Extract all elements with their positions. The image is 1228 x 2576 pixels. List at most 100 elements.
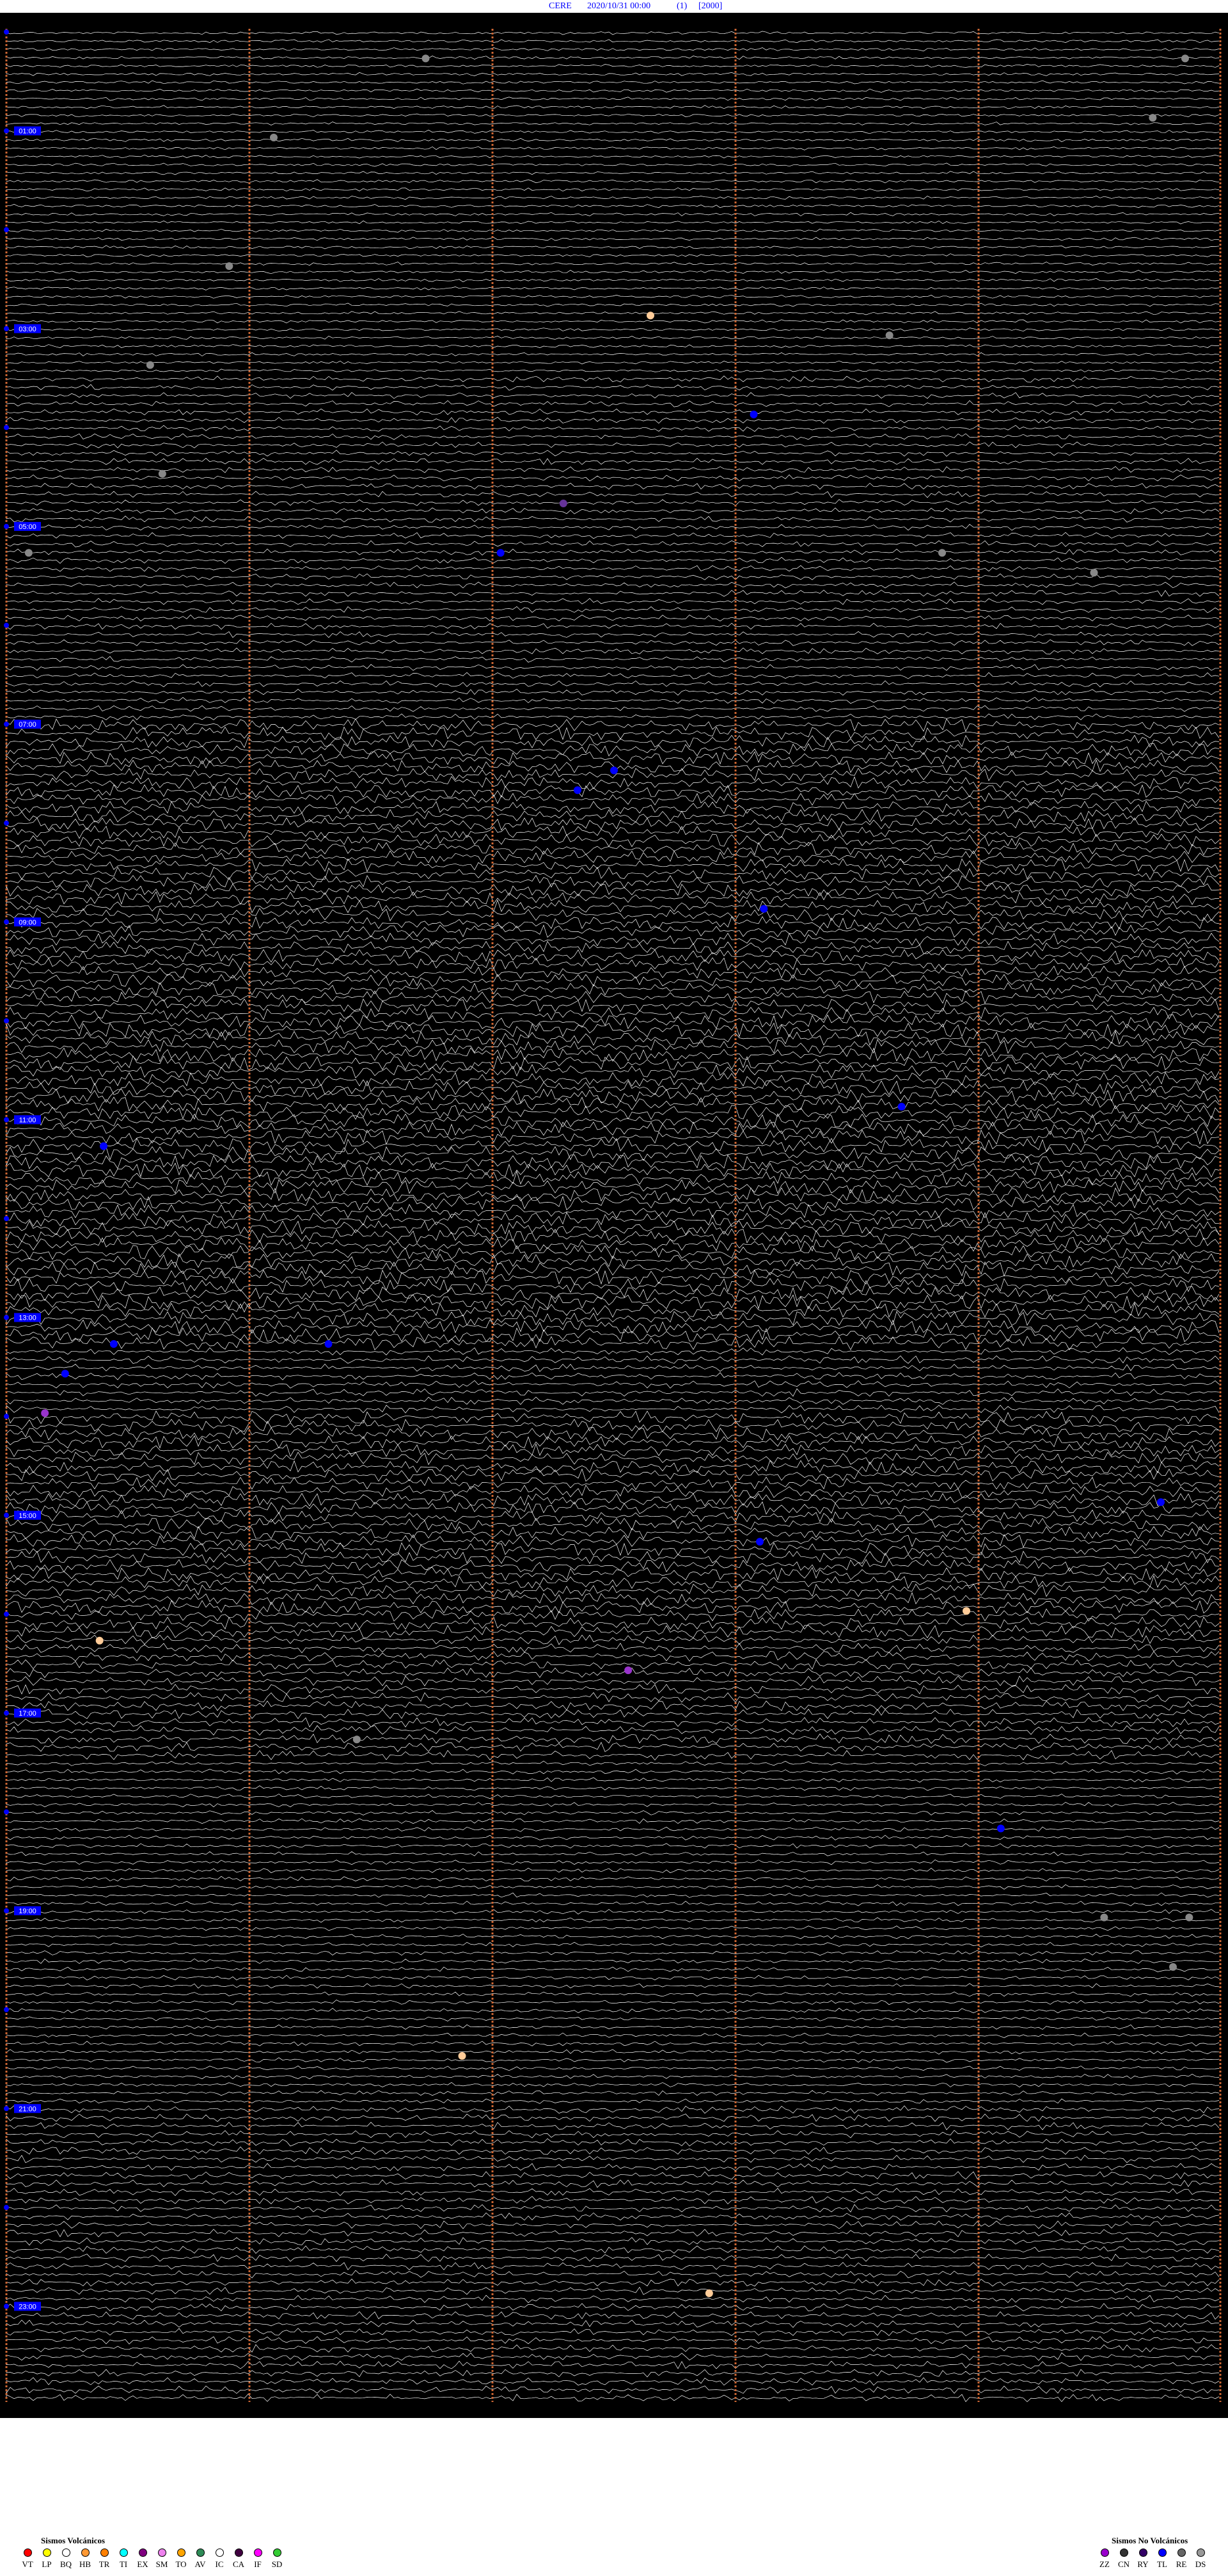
hour-label: 17:00 bbox=[19, 1710, 36, 1718]
event-marker-hb bbox=[705, 2289, 713, 2297]
hour-label: 19:00 bbox=[19, 1908, 36, 1915]
event-marker-ds bbox=[885, 331, 893, 340]
legend-swatch-ca bbox=[234, 2548, 243, 2557]
hour-label: 13:00 bbox=[19, 1315, 36, 1322]
legend-swatch-re bbox=[1177, 2548, 1186, 2557]
event-marker-hb bbox=[647, 312, 654, 320]
hour-label: 09:00 bbox=[19, 919, 36, 926]
hour-tick bbox=[4, 2204, 9, 2210]
hour-tick bbox=[4, 425, 9, 431]
hour-label: 01:00 bbox=[19, 128, 36, 136]
legend-code-label: IF bbox=[254, 2559, 262, 2569]
legend-code-label: EX bbox=[137, 2559, 148, 2569]
hour-tick bbox=[4, 29, 9, 35]
volcanic-legend: VT LP BQ HB TR TI EX SM TO AV IC CA IF SD bbox=[18, 2548, 287, 2570]
nonvolcanic-legend: ZZ CN RY TL RE DS bbox=[1095, 2548, 1210, 2570]
legend-swatch-sd bbox=[272, 2548, 281, 2557]
event-marker-tl bbox=[756, 1538, 764, 1546]
event-marker-ds bbox=[1185, 1913, 1193, 1922]
nonvolcanic-legend-item-ds: DS bbox=[1191, 2548, 1210, 2570]
legend-code-label: SD bbox=[271, 2559, 283, 2569]
legend-swatch-to bbox=[177, 2548, 185, 2557]
nonvolcanic-legend-item-zz: ZZ bbox=[1095, 2548, 1114, 2570]
legend-swatch-ti bbox=[119, 2548, 128, 2557]
legend-code-label: SM bbox=[155, 2559, 168, 2569]
hour-tick bbox=[4, 1117, 9, 1123]
plot-background bbox=[0, 13, 1228, 2418]
event-marker-ds bbox=[270, 134, 278, 142]
event-marker-hb bbox=[95, 1636, 104, 1645]
legend-swatch-ic bbox=[215, 2548, 224, 2557]
legend-swatch-av bbox=[196, 2548, 205, 2557]
volcanic-legend-item-bq: BQ bbox=[56, 2548, 75, 2570]
legend-code-label: CA bbox=[232, 2559, 245, 2569]
legend-swatch-sm bbox=[157, 2548, 166, 2557]
hour-label: 05:00 bbox=[19, 523, 36, 531]
hour-tick bbox=[4, 722, 9, 727]
legend-swatch-ry bbox=[1138, 2548, 1147, 2557]
volcanic-legend-item-if: IF bbox=[248, 2548, 267, 2570]
event-marker-hb bbox=[963, 1607, 970, 1615]
legend-code-label: DS bbox=[1195, 2559, 1206, 2569]
legend-swatch-vt bbox=[23, 2548, 32, 2557]
legend-code-label: ZZ bbox=[1099, 2559, 1110, 2569]
legend-code-label: TR bbox=[98, 2559, 110, 2569]
hour-tick bbox=[4, 1315, 9, 1320]
legend-code-label: HB bbox=[79, 2559, 91, 2569]
legend-code-label: TL bbox=[1157, 2559, 1167, 2569]
nonvolcanic-legend-item-cn: CN bbox=[1114, 2548, 1133, 2570]
legend-code-label: AV bbox=[194, 2559, 206, 2569]
legend-code-label: LP bbox=[42, 2559, 52, 2569]
event-marker-tl bbox=[760, 905, 768, 913]
hour-label: 07:00 bbox=[19, 721, 36, 729]
legend-code-label: RE bbox=[1176, 2559, 1187, 2569]
legend-code-label: TO bbox=[175, 2559, 187, 2569]
hour-label: 21:00 bbox=[19, 2105, 36, 2113]
event-marker-ds bbox=[1090, 569, 1098, 577]
legend-swatch-lp bbox=[42, 2548, 51, 2557]
event-marker-tl bbox=[996, 1824, 1005, 1833]
hour-tick bbox=[4, 326, 9, 331]
hour-tick bbox=[4, 523, 9, 529]
hour-tick bbox=[4, 1414, 9, 1419]
legend-swatch-bq bbox=[61, 2548, 70, 2557]
event-marker-tl bbox=[1157, 1498, 1165, 1506]
volcanic-legend-item-vt: VT bbox=[18, 2548, 37, 2570]
hour-tick bbox=[4, 128, 9, 134]
nonvolcanic-legend-item-ry: RY bbox=[1133, 2548, 1153, 2570]
legend-swatch-cn bbox=[1119, 2548, 1128, 2557]
hour-tick bbox=[4, 1908, 9, 1914]
hour-tick bbox=[4, 1710, 9, 1716]
legend-code-label: IC bbox=[215, 2559, 224, 2569]
event-marker-tl bbox=[610, 766, 618, 775]
event-marker-hb bbox=[458, 2051, 466, 2060]
hour-label: 23:00 bbox=[19, 2303, 36, 2311]
legend-swatch-zz bbox=[1100, 2548, 1109, 2557]
event-marker-ds bbox=[938, 549, 946, 557]
event-marker-tl bbox=[897, 1102, 906, 1110]
hour-tick bbox=[4, 2106, 9, 2112]
seismogram-plot: 01:00 03:00 05:00 07:00 09:00 11:00 13:00 15:00… bbox=[0, 13, 1228, 2418]
hour-label: 15:00 bbox=[19, 1512, 36, 1520]
event-marker-ds bbox=[421, 54, 430, 63]
hour-tick bbox=[4, 919, 9, 925]
legend-swatch-hb bbox=[81, 2548, 90, 2557]
volcanic-legend-item-sm: SM bbox=[152, 2548, 171, 2570]
hour-tick bbox=[4, 1611, 9, 1617]
event-marker-ds bbox=[1181, 54, 1189, 63]
event-marker-ds bbox=[24, 549, 33, 557]
legend-code-label: BQ bbox=[59, 2559, 72, 2569]
event-marker-ds bbox=[1149, 114, 1157, 122]
hour-label: 03:00 bbox=[19, 326, 36, 333]
volcanic-legend-item-lp: LP bbox=[37, 2548, 56, 2570]
event-marker-tl bbox=[109, 1339, 118, 1348]
hour-tick bbox=[4, 2007, 9, 2012]
volcanic-legend-item-to: TO bbox=[171, 2548, 191, 2570]
volcanic-legend-item-ti: TI bbox=[114, 2548, 133, 2570]
legend-swatch-if bbox=[253, 2548, 262, 2557]
event-marker-tl bbox=[574, 786, 581, 794]
event-marker-ds bbox=[146, 361, 154, 369]
hour-label: 11:00 bbox=[19, 1116, 36, 1124]
hour-tick bbox=[4, 1512, 9, 1518]
event-marker-ds bbox=[158, 470, 166, 478]
